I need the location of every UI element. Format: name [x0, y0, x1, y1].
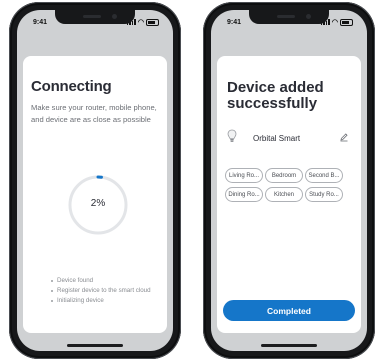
bullet-icon — [51, 280, 53, 282]
battery-icon — [146, 18, 159, 26]
notch — [249, 10, 329, 24]
completed-button[interactable]: Completed — [223, 300, 355, 321]
room-chip[interactable]: Study Ro... — [305, 187, 343, 202]
wifi-icon: ◠ — [331, 18, 338, 26]
room-chip[interactable]: Bedroom — [265, 168, 303, 183]
page-title: Connecting — [31, 78, 112, 95]
page-title: Device added successfully — [227, 79, 324, 112]
room-chip[interactable]: Living Ro... — [225, 168, 263, 183]
progress-label: 2% — [90, 198, 106, 209]
step-list: Device found Register device to the smar… — [51, 276, 151, 306]
bullet-icon — [51, 300, 53, 302]
screen-device-added: 9:41 ◠ Device added successfully Orbital… — [211, 10, 367, 351]
notch — [55, 10, 135, 24]
step-item: Device found — [51, 276, 151, 286]
room-chip[interactable]: Second B... — [305, 168, 343, 183]
status-time: 9:41 — [33, 18, 48, 26]
wifi-icon: ◠ — [137, 18, 144, 26]
connecting-description: Make sure your router, mobile phone, and… — [31, 103, 157, 124]
room-chips: Living Ro... Bedroom Second B... Dining … — [225, 168, 355, 202]
screen-connecting: 9:41 ◠ Connecting Make sure your router,… — [17, 10, 173, 351]
phone-connecting: 9:41 ◠ Connecting Make sure your router,… — [9, 2, 181, 359]
step-item: Register device to the smart cloud — [51, 286, 151, 296]
home-indicator[interactable] — [67, 344, 123, 347]
status-time: 9:41 — [227, 18, 242, 26]
battery-icon — [340, 18, 353, 26]
connecting-card: Connecting Make sure your router, mobile… — [23, 56, 167, 333]
bullet-icon — [51, 290, 53, 292]
room-chip[interactable]: Dining Ro... — [225, 187, 263, 202]
step-item: Initializing device — [51, 296, 151, 306]
progress-ring: 2% — [67, 174, 129, 236]
device-row: Orbital Smart — [227, 128, 349, 148]
pencil-icon[interactable] — [339, 129, 349, 147]
bulb-icon — [227, 129, 237, 148]
room-chip[interactable]: Kitchen — [265, 187, 303, 202]
phone-device-added: 9:41 ◠ Device added successfully Orbital… — [203, 2, 375, 359]
device-name: Orbital Smart — [253, 133, 301, 143]
home-indicator[interactable] — [261, 344, 317, 347]
device-added-card: Device added successfully Orbital Smart — [217, 56, 361, 333]
